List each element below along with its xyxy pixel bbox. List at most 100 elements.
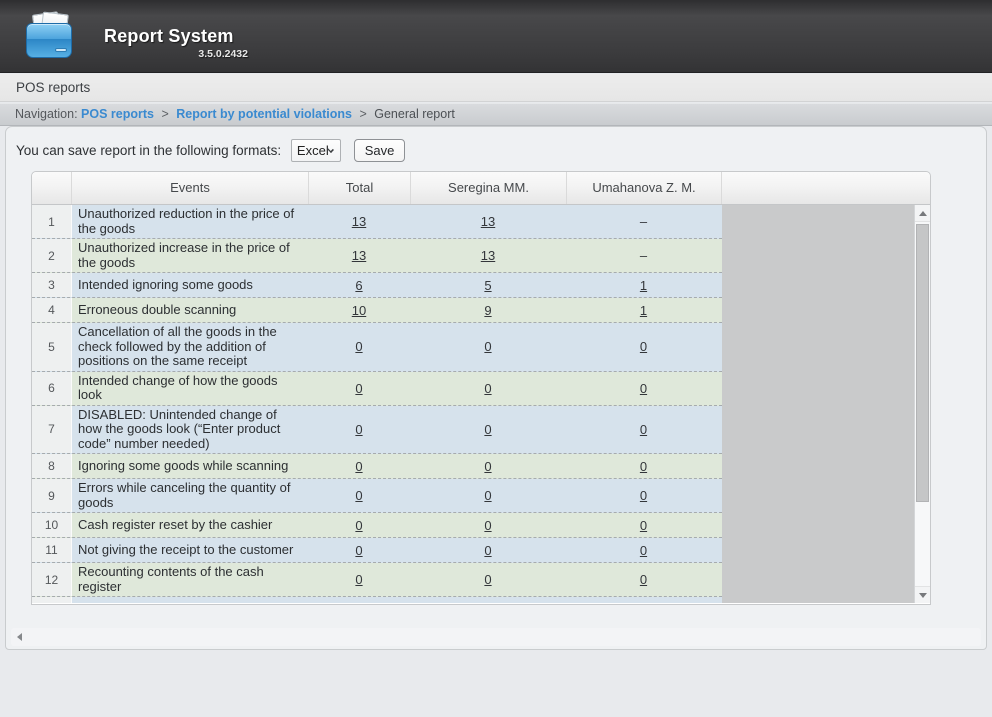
umahanova-count-link[interactable]: 0	[640, 488, 647, 503]
seregina-count-link[interactable]: 0	[484, 459, 491, 474]
column-header-events: Events	[72, 172, 309, 204]
event-cell: Cancellation of all the goods in the che…	[72, 323, 308, 371]
horizontal-scrollbar[interactable]	[11, 628, 981, 646]
umahanova-cell: 0	[566, 422, 721, 437]
umahanova-count-link[interactable]: 1	[640, 278, 647, 293]
row-number: 4	[32, 298, 72, 322]
total-count-link[interactable]: 0	[355, 339, 362, 354]
vertical-scrollbar[interactable]	[914, 205, 930, 603]
table-row: 11Not giving the receipt to the customer…	[32, 538, 722, 563]
column-header-empty	[722, 172, 930, 204]
total-cell: 0	[308, 488, 410, 503]
total-count-link[interactable]: 0	[355, 488, 362, 503]
scroll-down-button[interactable]	[915, 586, 930, 603]
no-value-dash: –	[640, 214, 647, 229]
breadcrumb-current: General report	[374, 107, 455, 121]
scroll-up-button[interactable]	[915, 205, 930, 222]
format-select-value: Excel	[297, 143, 329, 158]
row-number: 2	[32, 239, 72, 272]
vertical-scrollbar-thumb[interactable]	[916, 224, 929, 502]
umahanova-cell: 0	[566, 518, 721, 533]
table-row: 8Ignoring some goods while scanning000	[32, 454, 722, 479]
app-header: Report System 3.5.0.2432	[0, 0, 992, 73]
total-count-link[interactable]: 10	[352, 303, 366, 318]
table-row: 1Unauthorized reduction in the price of …	[32, 205, 722, 239]
content-panel: You can save report in the following for…	[5, 126, 987, 650]
seregina-cell: 0	[410, 381, 566, 396]
seregina-count-link[interactable]: 0	[484, 488, 491, 503]
no-value-dash: –	[640, 248, 647, 263]
table-row: 2Unauthorized increase in the price of t…	[32, 239, 722, 273]
breadcrumb-link-pos-reports[interactable]: POS reports	[81, 107, 154, 121]
event-cell: Intended reduction in the number of	[72, 600, 308, 603]
seregina-count-link[interactable]: 13	[481, 214, 495, 229]
seregina-count-link[interactable]: 0	[484, 339, 491, 354]
event-cell: Cash register reset by the cashier	[72, 516, 308, 535]
event-cell: Intended change of how the goods look	[72, 372, 308, 405]
arrow-down-icon	[919, 593, 927, 598]
breadcrumb-link-report-by-potential-violations[interactable]: Report by potential violations	[176, 107, 352, 121]
umahanova-count-link[interactable]: 0	[640, 339, 647, 354]
total-count-link[interactable]: 13	[352, 248, 366, 263]
seregina-cell: 13	[410, 248, 566, 263]
table-empty-area	[722, 205, 914, 603]
seregina-count-link[interactable]: 0	[484, 518, 491, 533]
seregina-cell: 0	[410, 488, 566, 503]
table-row: 5Cancellation of all the goods in the ch…	[32, 323, 722, 372]
total-cell: 0	[308, 543, 410, 558]
seregina-count-link[interactable]: 0	[484, 543, 491, 558]
table-row: 13Intended reduction in the number of	[32, 597, 722, 603]
seregina-count-link[interactable]: 13	[481, 248, 495, 263]
table-body-viewport: 1Unauthorized reduction in the price of …	[32, 205, 930, 603]
seregina-cell: 0	[410, 572, 566, 587]
total-cell: 13	[308, 214, 410, 229]
umahanova-cell: 0	[566, 488, 721, 503]
seregina-cell: 0	[410, 518, 566, 533]
total-count-link[interactable]: 0	[355, 572, 362, 587]
seregina-count-link[interactable]: 0	[484, 381, 491, 396]
row-number: 8	[32, 454, 72, 478]
total-count-link[interactable]: 13	[352, 214, 366, 229]
umahanova-cell: 1	[566, 278, 721, 293]
seregina-count-link[interactable]: 9	[484, 303, 491, 318]
table-row: 9Errors while canceling the quantity of …	[32, 479, 722, 513]
table-row: 6Intended change of how the goods look00…	[32, 372, 722, 406]
umahanova-count-link[interactable]: 0	[640, 543, 647, 558]
total-count-link[interactable]: 6	[355, 278, 362, 293]
seregina-count-link[interactable]: 5	[484, 278, 491, 293]
seregina-cell: 0	[410, 339, 566, 354]
format-select[interactable]: Excel	[291, 139, 341, 162]
total-count-link[interactable]: 0	[355, 459, 362, 474]
umahanova-count-link[interactable]: 1	[640, 303, 647, 318]
row-number: 10	[32, 513, 72, 537]
total-cell: 0	[308, 459, 410, 474]
seregina-cell: 13	[410, 214, 566, 229]
umahanova-count-link[interactable]: 0	[640, 422, 647, 437]
section-title: POS reports	[16, 80, 90, 95]
save-button[interactable]: Save	[354, 139, 406, 162]
total-count-link[interactable]: 0	[355, 381, 362, 396]
column-header-index	[32, 172, 72, 204]
table-header-row: Events Total Seregina MM. Umahanova Z. M…	[32, 172, 930, 205]
section-title-bar: POS reports	[0, 74, 992, 102]
column-header-seregina: Seregina MM.	[411, 172, 567, 204]
seregina-cell: 0	[410, 459, 566, 474]
umahanova-count-link[interactable]: 0	[640, 459, 647, 474]
event-cell: Not giving the receipt to the customer	[72, 541, 308, 560]
total-count-link[interactable]: 0	[355, 543, 362, 558]
total-count-link[interactable]: 0	[355, 518, 362, 533]
breadcrumb-label: Navigation:	[15, 107, 78, 121]
seregina-count-link[interactable]: 0	[484, 572, 491, 587]
seregina-cell: 0	[410, 422, 566, 437]
total-count-link[interactable]: 0	[355, 422, 362, 437]
umahanova-count-link[interactable]: 0	[640, 381, 647, 396]
umahanova-count-link[interactable]: 0	[640, 572, 647, 587]
total-cell: 13	[308, 248, 410, 263]
row-number: 12	[32, 563, 72, 596]
umahanova-count-link[interactable]: 0	[640, 518, 647, 533]
column-header-umahanova: Umahanova Z. M.	[567, 172, 722, 204]
seregina-count-link[interactable]: 0	[484, 422, 491, 437]
umahanova-cell: 0	[566, 339, 721, 354]
seregina-cell: 9	[410, 303, 566, 318]
row-number: 5	[32, 323, 72, 371]
